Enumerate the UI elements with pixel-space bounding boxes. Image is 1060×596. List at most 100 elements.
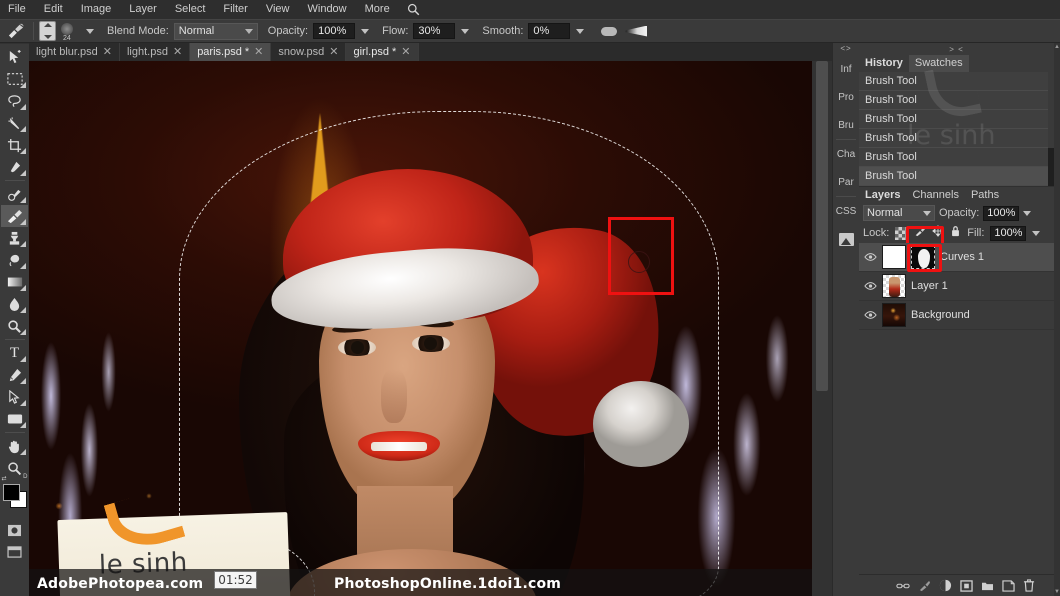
layer-thumbnail-curves[interactable] xyxy=(882,245,906,269)
rail-paragraph[interactable]: Par xyxy=(833,168,860,196)
link-layers-icon[interactable] xyxy=(896,579,910,593)
layer-visibility-toggle[interactable] xyxy=(863,308,877,322)
history-list[interactable]: le sinh Brush Tool Brush Tool Brush Tool… xyxy=(859,61,1054,186)
delete-layer-icon[interactable] xyxy=(1022,579,1036,593)
tab-history[interactable]: History xyxy=(859,55,909,72)
pressure-taper-icon[interactable] xyxy=(625,25,648,37)
airbrush-toggle-icon[interactable] xyxy=(601,26,618,36)
tab-swatches[interactable]: Swatches xyxy=(908,55,969,72)
scroll-up-arrow[interactable]: ▲ xyxy=(1054,43,1060,51)
history-item[interactable]: Brush Tool xyxy=(859,129,1054,148)
rail-collapse-handle[interactable]: <> xyxy=(840,43,851,55)
menu-file[interactable]: File xyxy=(0,0,35,19)
tab-channels[interactable]: Channels xyxy=(906,187,964,203)
history-panel-grip[interactable]: > < xyxy=(859,43,1054,55)
tab-girl-psd[interactable]: girl.psd * ✕ xyxy=(346,43,419,61)
canvas-viewport[interactable]: le sinh AdobePhotopea.com PhotoshopOnlin… xyxy=(29,61,812,596)
menu-window[interactable]: Window xyxy=(299,0,356,19)
history-item[interactable]: Brush Tool xyxy=(859,110,1054,129)
crop-tool[interactable] xyxy=(1,134,28,156)
close-icon[interactable]: ✕ xyxy=(254,46,263,58)
layer-visibility-toggle[interactable] xyxy=(863,250,877,264)
add-adjustment-icon[interactable] xyxy=(938,579,952,593)
new-group-icon[interactable] xyxy=(980,579,994,593)
layer-opacity-input[interactable]: 100% xyxy=(983,205,1020,221)
tab-light-blur-psd[interactable]: light blur.psd ✕ xyxy=(29,43,120,61)
layer-opacity-caret[interactable] xyxy=(1023,210,1032,216)
tab-paris-psd[interactable]: paris.psd * ✕ xyxy=(190,43,272,61)
add-mask-icon[interactable] xyxy=(959,579,973,593)
menu-more[interactable]: More xyxy=(356,0,399,19)
pen-tool[interactable] xyxy=(1,364,28,386)
brush-tool-icon[interactable] xyxy=(4,20,28,42)
history-item[interactable]: Brush Tool xyxy=(859,72,1054,91)
flow-dropdown-caret[interactable] xyxy=(458,23,472,40)
spot-healing-tool[interactable] xyxy=(1,183,28,205)
canvas-scroll-thumb[interactable] xyxy=(816,61,828,391)
default-colors-icon[interactable]: D xyxy=(23,474,27,480)
search-icon[interactable] xyxy=(405,0,423,19)
tab-layers[interactable]: Layers xyxy=(859,187,906,203)
gradient-tool[interactable] xyxy=(1,271,28,293)
opacity-input[interactable]: 100% xyxy=(313,23,356,39)
menu-image[interactable]: Image xyxy=(72,0,121,19)
layer-visibility-toggle[interactable] xyxy=(863,279,877,293)
blend-mode-select[interactable]: Normal xyxy=(173,22,258,40)
type-tool[interactable]: T xyxy=(1,342,28,364)
menu-edit[interactable]: Edit xyxy=(35,0,72,19)
lock-all-icon[interactable] xyxy=(950,224,961,242)
history-item[interactable]: Brush Tool xyxy=(859,91,1054,110)
tab-snow-psd[interactable]: snow.psd ✕ xyxy=(271,43,347,61)
tab-paths[interactable]: Paths xyxy=(965,187,1005,203)
layer-mask-thumbnail[interactable] xyxy=(911,245,935,269)
path-select-tool[interactable] xyxy=(1,386,28,408)
layer-fill-input[interactable]: 100% xyxy=(990,225,1027,241)
swap-colors-icon[interactable]: ⇄ xyxy=(2,475,7,482)
brush-preset-stepper[interactable] xyxy=(39,21,56,41)
rail-brushes[interactable]: Bru xyxy=(833,111,860,139)
layer-row-background[interactable]: Background xyxy=(859,301,1054,330)
rail-character[interactable]: Cha xyxy=(833,140,860,168)
smooth-input[interactable]: 0% xyxy=(528,23,571,39)
dock-scrollbar[interactable]: ▲ ▼ xyxy=(1054,43,1060,596)
close-icon[interactable]: ✕ xyxy=(401,46,410,58)
tab-light-psd[interactable]: light.psd ✕ xyxy=(119,43,191,61)
shape-tool[interactable] xyxy=(1,408,28,430)
menu-select[interactable]: Select xyxy=(166,0,215,19)
quick-mask-icon[interactable] xyxy=(1,519,28,541)
brush-tool[interactable] xyxy=(1,205,28,227)
dodge-tool[interactable] xyxy=(1,315,28,337)
clone-stamp-tool[interactable] xyxy=(1,227,28,249)
blur-tool[interactable] xyxy=(1,293,28,315)
close-icon[interactable]: ✕ xyxy=(329,46,338,58)
history-item-selected[interactable]: Brush Tool xyxy=(859,167,1054,186)
canvas-vertical-scrollbar[interactable] xyxy=(812,61,832,596)
opacity-dropdown-caret[interactable] xyxy=(358,23,372,40)
history-item[interactable]: Brush Tool xyxy=(859,148,1054,167)
layer-row-layer-1[interactable]: Layer 1 xyxy=(859,272,1054,301)
eraser-tool[interactable] xyxy=(1,249,28,271)
rail-css[interactable]: CSS xyxy=(833,197,860,225)
screen-mode-icon[interactable] xyxy=(1,541,28,563)
magic-wand-tool[interactable] xyxy=(1,112,28,134)
new-layer-icon[interactable] xyxy=(1001,579,1015,593)
scroll-down-arrow[interactable]: ▼ xyxy=(1054,588,1060,596)
rail-properties[interactable]: Pro xyxy=(833,83,860,111)
layer-style-icon[interactable] xyxy=(917,579,931,593)
close-icon[interactable]: ✕ xyxy=(173,46,182,58)
color-swatches[interactable]: ⇄ D xyxy=(2,474,28,519)
close-icon[interactable]: ✕ xyxy=(103,46,112,58)
menu-view[interactable]: View xyxy=(257,0,299,19)
menu-filter[interactable]: Filter xyxy=(214,0,256,19)
eyedropper-tool[interactable] xyxy=(1,156,28,178)
layer-thumbnail-layer-1[interactable] xyxy=(882,274,906,298)
brush-size-preview[interactable]: 24 xyxy=(58,20,80,42)
rail-image-icon[interactable] xyxy=(833,225,860,253)
layer-thumbnail-background[interactable] xyxy=(882,303,906,327)
layer-fill-caret[interactable] xyxy=(1032,230,1041,236)
layer-row-curves-1[interactable]: Curves 1 xyxy=(859,243,1054,272)
flow-input[interactable]: 30% xyxy=(413,23,456,39)
smooth-dropdown-caret[interactable] xyxy=(573,23,587,40)
layer-blend-mode-select[interactable]: Normal xyxy=(863,205,935,221)
hand-tool[interactable] xyxy=(1,435,28,457)
